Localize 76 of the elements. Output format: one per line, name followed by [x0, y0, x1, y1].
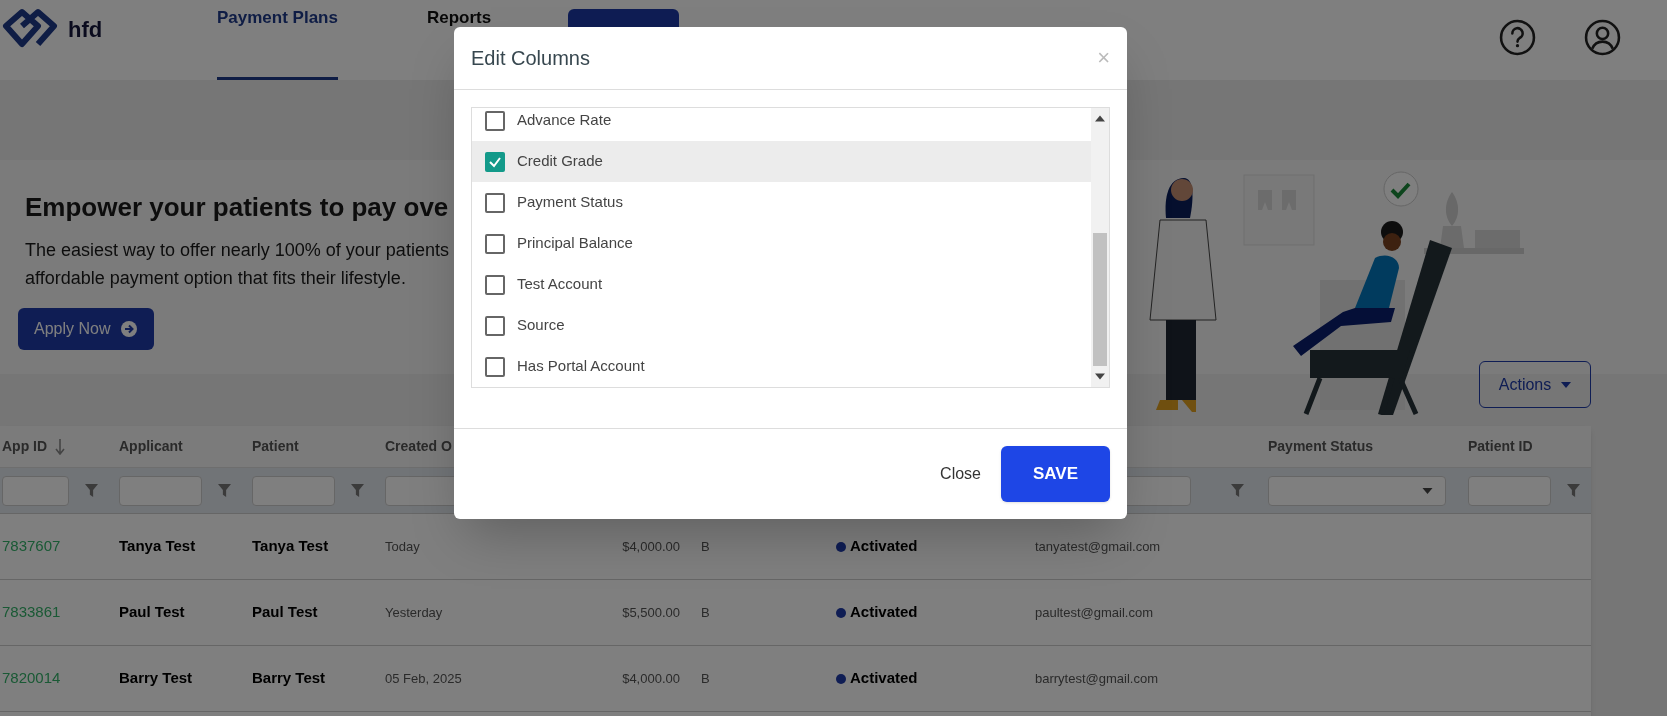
column-option[interactable]: Payment Status [472, 182, 1091, 223]
logo-text: hfd [68, 15, 103, 44]
caret-icon [1561, 381, 1572, 388]
table-cell-text: Tanya Test [251, 536, 330, 557]
dialog-title: Edit Columns [471, 46, 590, 71]
checkbox[interactable] [485, 356, 505, 377]
column-header[interactable]: Created O [385, 436, 452, 457]
save-button[interactable]: SAVE [1001, 446, 1110, 502]
sort-arrow-icon[interactable] [55, 438, 66, 455]
table-cell-text: $5,500.00 [621, 603, 681, 622]
table-cell-text: Yesterday [384, 603, 444, 622]
nav-tab[interactable]: Reports [427, 9, 492, 27]
filter-input[interactable] [2, 475, 69, 506]
column-option[interactable]: Test Account [472, 264, 1091, 305]
column-option[interactable]: Advance Rate [472, 108, 1091, 141]
filter-input[interactable] [1468, 475, 1551, 506]
arrow-circle-icon [120, 320, 139, 338]
column-option[interactable]: Credit Grade [472, 141, 1091, 182]
app-id-link[interactable]: 7833861 [0, 601, 117, 624]
table-cell-text: Tanya Test [118, 536, 197, 557]
filter-select[interactable] [1268, 475, 1446, 506]
user-icon[interactable] [1584, 19, 1621, 56]
status-dot-icon [836, 673, 846, 684]
status-text: Activated [850, 668, 918, 689]
filter-input[interactable] [119, 475, 202, 506]
table-cell-text: paultest@gmail.com [1034, 603, 1154, 622]
scroll-up-icon[interactable] [1095, 115, 1105, 122]
filter-icon[interactable] [1231, 484, 1244, 497]
status-text: Activated [850, 602, 918, 623]
checkbox[interactable] [485, 192, 505, 213]
caret-icon [1422, 487, 1433, 494]
hero-text: The easiest way to offer nearly 100% of your patients affordable payment option that fits their lifestyle. [25, 239, 449, 290]
filter-icon[interactable] [85, 484, 98, 497]
app-id-link[interactable]: 7820014 [0, 667, 117, 690]
app-id-link[interactable]: 7837607 [0, 535, 117, 558]
table-cell-text: B [700, 669, 711, 688]
table-cell-text: Barry Test [118, 668, 194, 689]
checkbox[interactable] [485, 274, 505, 295]
checkbox[interactable] [485, 315, 505, 336]
table-cell-text: 05 Feb, 2025 [384, 669, 463, 688]
checkbox[interactable] [485, 233, 505, 254]
filter-input[interactable] [252, 475, 335, 506]
filter-icon[interactable] [351, 484, 364, 497]
table-cell-text: Paul Test [251, 602, 319, 623]
filter-icon[interactable] [1567, 484, 1580, 497]
column-header[interactable]: Payment Status [1268, 436, 1374, 457]
close-button[interactable]: Close [940, 462, 981, 486]
table-cell-text: B [700, 537, 711, 556]
column-header[interactable]: Patient ID [1468, 436, 1533, 457]
help-icon[interactable] [1499, 19, 1536, 56]
table-cell-text: barrytest@gmail.com [1034, 669, 1159, 688]
nav-tab[interactable]: Payment Plans [217, 9, 338, 80]
status-dot-icon [836, 607, 846, 618]
table-cell-text: $4,000.00 [621, 669, 681, 688]
table-cell-text: Today [384, 537, 421, 556]
column-header[interactable]: Patient [252, 436, 299, 457]
column-option[interactable]: Has Portal Account [472, 346, 1091, 387]
table-cell-text: $4,000.00 [621, 537, 681, 556]
scrollbar-thumb[interactable] [1093, 233, 1107, 366]
actions-button[interactable]: Actions [1479, 361, 1591, 408]
status-dot-icon [836, 541, 846, 552]
column-header[interactable]: App ID [2, 436, 48, 457]
checkbox[interactable] [485, 151, 505, 172]
column-option[interactable]: Source [472, 305, 1091, 346]
apply-now-button[interactable]: Apply Now [18, 308, 155, 350]
column-option[interactable]: Principal Balance [472, 223, 1091, 264]
table-cell-text: Paul Test [118, 602, 186, 623]
table-cell-text: tanyatest@gmail.com [1034, 537, 1162, 556]
hero-heading: Empower your patients to pay ove [25, 191, 449, 224]
status-text: Activated [850, 536, 918, 557]
checkbox[interactable] [485, 110, 505, 131]
filter-icon[interactable] [218, 484, 231, 497]
scrollbar[interactable] [1091, 108, 1109, 387]
column-header[interactable]: Applicant [119, 436, 183, 457]
table-cell-text: Barry Test [251, 668, 327, 689]
table-cell-text: B [700, 603, 711, 622]
